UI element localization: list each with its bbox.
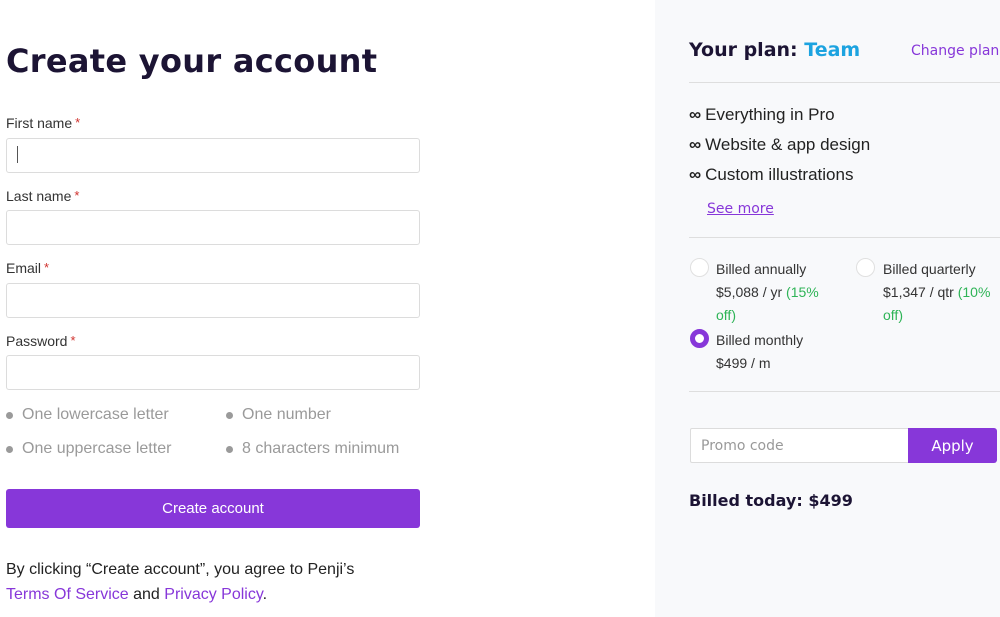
password-rule-uppercase: One uppercase letter bbox=[6, 440, 171, 458]
text-cursor bbox=[17, 146, 18, 163]
feature-text: Website & app design bbox=[705, 135, 871, 154]
password-rule-number: One number bbox=[226, 406, 331, 424]
create-account-button[interactable]: Create account bbox=[6, 489, 420, 528]
last-name-label-text: Last name bbox=[6, 188, 72, 204]
plan-title: Your plan: Team bbox=[689, 39, 860, 61]
terms-of-service-link[interactable]: Terms Of Service bbox=[6, 586, 129, 603]
billing-option-quarterly[interactable]: Billed quarterly $1,347 / qtr (10% off) bbox=[883, 258, 1000, 327]
billing-option-label: Billed monthly bbox=[716, 332, 804, 348]
password-label: Password * bbox=[6, 333, 76, 349]
bullet-icon bbox=[6, 445, 13, 453]
feature-item: ∞ Website & app design bbox=[689, 135, 870, 155]
divider bbox=[689, 391, 1000, 392]
bullet-icon bbox=[6, 411, 13, 419]
first-name-label: First name * bbox=[6, 115, 80, 131]
agreement-conjunction: and bbox=[128, 586, 165, 603]
required-asterisk: * bbox=[75, 115, 81, 130]
password-rule-lowercase: One lowercase letter bbox=[6, 406, 169, 424]
privacy-policy-link[interactable]: Privacy Policy bbox=[164, 586, 262, 603]
billing-option-price: $5,088 / yr bbox=[716, 284, 783, 300]
first-name-input[interactable] bbox=[6, 138, 420, 173]
agreement-suffix: . bbox=[262, 586, 268, 603]
plan-name: Team bbox=[804, 39, 861, 61]
password-input[interactable] bbox=[6, 355, 420, 390]
rule-text: One uppercase letter bbox=[22, 440, 172, 457]
required-asterisk: * bbox=[44, 260, 50, 275]
billing-option-annually[interactable]: Billed annually $5,088 / yr (15% off) bbox=[716, 258, 836, 327]
infinity-icon: ∞ bbox=[689, 105, 702, 124]
rule-text: 8 characters minimum bbox=[242, 440, 400, 457]
agreement-prefix: By clicking “Create account”, you agree … bbox=[6, 561, 355, 578]
required-asterisk: * bbox=[74, 188, 80, 203]
email-label: Email * bbox=[6, 260, 49, 276]
divider bbox=[689, 237, 1000, 238]
first-name-label-text: First name bbox=[6, 115, 73, 131]
feature-item: ∞ Everything in Pro bbox=[689, 105, 835, 125]
billing-option-price: $1,347 / qtr bbox=[883, 284, 954, 300]
page-title: Create your account bbox=[6, 42, 378, 80]
billed-annually-radio[interactable] bbox=[690, 258, 709, 277]
last-name-input[interactable] bbox=[6, 210, 420, 245]
rule-text: One number bbox=[242, 406, 331, 423]
change-plan-link[interactable]: Change plan bbox=[911, 43, 999, 59]
see-more-link[interactable]: See more bbox=[707, 201, 774, 217]
last-name-label: Last name * bbox=[6, 188, 79, 204]
divider bbox=[689, 82, 1000, 83]
plan-title-prefix: Your plan: bbox=[689, 39, 805, 61]
billing-option-label: Billed quarterly bbox=[883, 261, 976, 277]
bullet-icon bbox=[226, 445, 233, 453]
promo-code-input[interactable] bbox=[690, 428, 909, 463]
billing-option-monthly[interactable]: Billed monthly $499 / m bbox=[716, 329, 856, 375]
email-label-text: Email bbox=[6, 260, 42, 276]
plan-summary-panel: Your plan: Team Change plan ∞ Everything … bbox=[655, 0, 1000, 617]
feature-item: ∞ Custom illustrations bbox=[689, 165, 853, 185]
infinity-icon: ∞ bbox=[689, 165, 702, 184]
agreement-text: By clicking “Create account”, you agree … bbox=[6, 557, 354, 607]
infinity-icon: ∞ bbox=[689, 135, 702, 154]
billing-option-price: $499 / m bbox=[716, 355, 771, 371]
rule-text: One lowercase letter bbox=[22, 406, 169, 423]
email-input[interactable] bbox=[6, 283, 420, 318]
feature-text: Everything in Pro bbox=[705, 105, 835, 124]
bullet-icon bbox=[226, 411, 233, 419]
billed-today-total: Billed today: $499 bbox=[689, 491, 853, 510]
feature-text: Custom illustrations bbox=[705, 165, 854, 184]
signup-panel: Create your account First name * Last nam… bbox=[0, 0, 655, 617]
required-asterisk: * bbox=[70, 333, 76, 348]
apply-promo-button[interactable]: Apply bbox=[908, 428, 997, 463]
password-rule-length: 8 characters minimum bbox=[226, 440, 399, 458]
billed-monthly-radio[interactable] bbox=[690, 329, 709, 348]
billing-option-label: Billed annually bbox=[716, 261, 807, 277]
password-label-text: Password bbox=[6, 333, 68, 349]
billed-quarterly-radio[interactable] bbox=[856, 258, 875, 277]
